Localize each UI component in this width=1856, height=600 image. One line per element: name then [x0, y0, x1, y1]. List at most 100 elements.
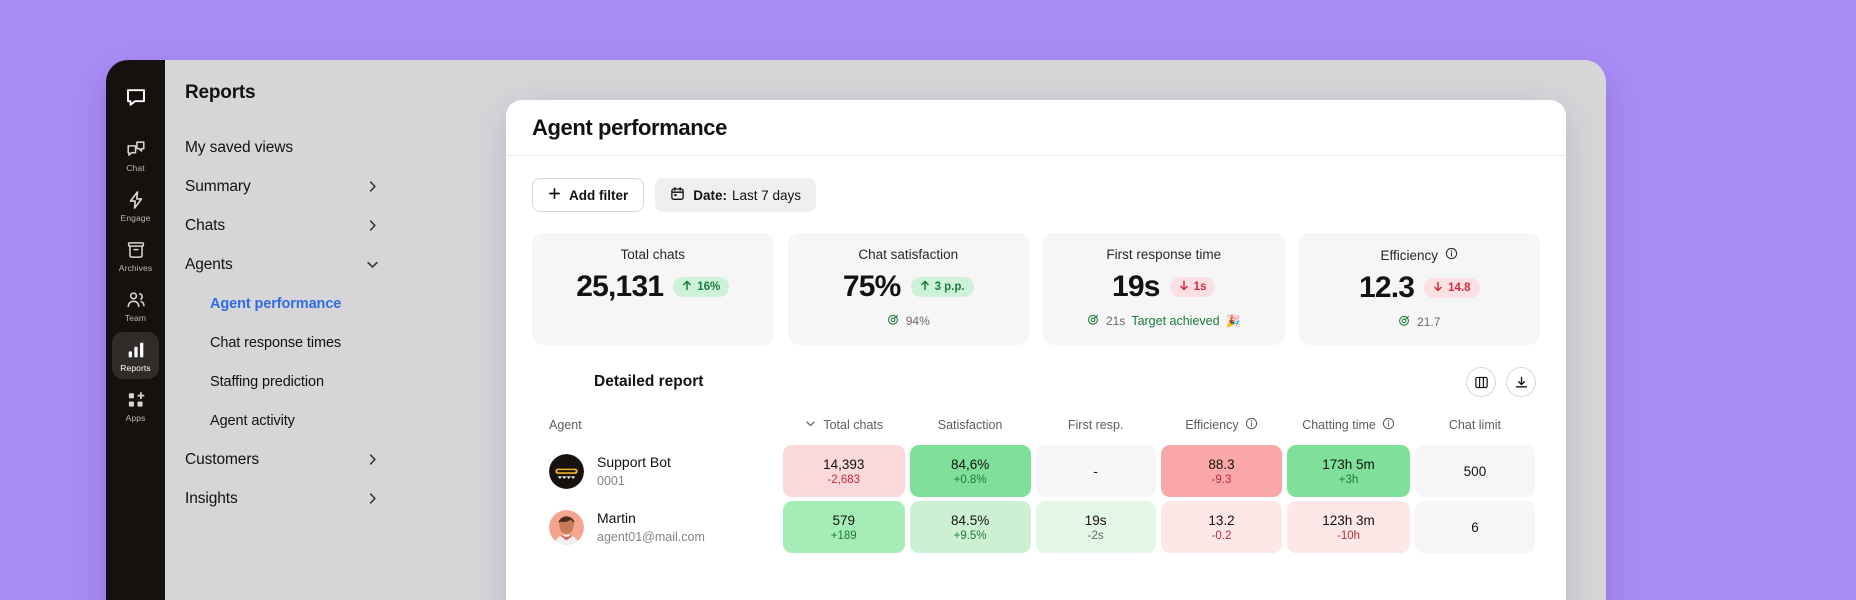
- column-header-label: Total chats: [823, 418, 884, 432]
- table-cell: 14,393 -2,683: [782, 445, 905, 497]
- column-header-total-chats[interactable]: Total chats: [783, 415, 905, 441]
- sidebar-item-agents[interactable]: Agents: [165, 245, 400, 284]
- rail-item-label: Archives: [118, 262, 153, 273]
- metric-title: Total chats: [620, 247, 685, 262]
- rail-item-apps[interactable]: Apps: [112, 382, 159, 429]
- chat-bubble-logo-icon[interactable]: [112, 74, 159, 120]
- sidebar-item-agent-activity[interactable]: Agent activity: [165, 401, 400, 440]
- sidebar-item-label: Agents: [185, 255, 233, 273]
- metric-main: 12.3 14.8: [1359, 269, 1480, 307]
- metric-delta-badge: 3 p.p.: [910, 276, 974, 297]
- cell-delta: +0.8%: [953, 473, 987, 486]
- metric-main: 25,131 16%: [576, 268, 730, 306]
- column-header-efficiency[interactable]: Efficiency: [1161, 415, 1282, 441]
- column-header-label: Efficiency: [1185, 418, 1239, 432]
- plus-icon: [548, 187, 561, 203]
- chevron-down-icon: [365, 257, 380, 272]
- arrow-up-icon: [920, 280, 930, 294]
- cell-delta: +189: [830, 529, 857, 542]
- metric-title-label: First response time: [1106, 247, 1222, 262]
- sidebar-item-label: Chats: [185, 216, 225, 234]
- table-cell: 84.5% +9.5%: [909, 501, 1031, 553]
- table-cell: 88.3 -9.3: [1160, 445, 1283, 497]
- rail-item-reports[interactable]: Reports: [112, 332, 159, 379]
- table-cell: 84,6% +0.8%: [909, 445, 1031, 497]
- chevron-right-icon: [365, 218, 380, 233]
- rail-item-chat[interactable]: Chat: [112, 132, 159, 179]
- sidebar-item-customers[interactable]: Customers: [165, 440, 400, 479]
- sidebar-item-insights[interactable]: Insights: [165, 479, 400, 518]
- icon-rail: Chat Engage Archives Team Reports Apps: [106, 60, 165, 600]
- metric-title-label: Total chats: [620, 247, 686, 262]
- sidebar-item-chat-response-times[interactable]: Chat response times: [165, 323, 400, 362]
- sidebar-item-label: Insights: [185, 489, 238, 507]
- add-filter-button[interactable]: Add filter: [532, 178, 645, 212]
- metric-title: First response time: [1106, 247, 1221, 262]
- columns-icon[interactable]: [1466, 367, 1496, 397]
- calendar-icon: [670, 186, 685, 204]
- cell-delta: -9.3: [1211, 473, 1232, 486]
- chevron-right-icon: [365, 452, 380, 467]
- agent-name: Martin: [597, 509, 636, 526]
- cell-value: 19s: [1084, 512, 1107, 528]
- bar-chart-icon: [125, 339, 147, 361]
- table-cell: -: [1035, 445, 1156, 497]
- date-filter-label: Date:: [693, 187, 728, 203]
- column-header-first-resp-[interactable]: First resp.: [1036, 415, 1156, 441]
- metric-card-efficiency: Efficiency 12.3 14.8 21.7: [1298, 233, 1540, 345]
- metric-value: 12.3: [1358, 271, 1415, 304]
- content-header: Agent performance: [506, 100, 1566, 156]
- metric-target: 21.7: [1398, 314, 1440, 330]
- column-header-satisfaction[interactable]: Satisfaction: [910, 415, 1031, 441]
- table-cell: 19s -2s: [1035, 501, 1156, 553]
- cell-value: 579: [832, 512, 855, 528]
- date-filter-button[interactable]: Date: Last 7 days: [655, 178, 817, 212]
- column-header-label: First resp.: [1067, 418, 1124, 432]
- sidebar-item-chats[interactable]: Chats: [165, 206, 400, 245]
- rail-item-engage[interactable]: Engage: [112, 182, 159, 229]
- metric-delta-value: 1s: [1193, 280, 1207, 293]
- table-cell: 123h 3m -10h: [1287, 501, 1410, 553]
- detailed-report-bar: Detailed report: [532, 367, 1540, 397]
- metric-value: 75%: [842, 270, 901, 303]
- metric-card-total-chats: Total chats 25,131 16%: [532, 233, 774, 345]
- sidebar-item-label: Agent activity: [210, 412, 295, 429]
- column-header-chatting-time[interactable]: Chatting time: [1287, 415, 1410, 441]
- table-body: Support Bot 0001 14,393 -2,683 84,6% +0.8% -88…: [537, 445, 1535, 553]
- cell-delta: -2,683: [827, 473, 861, 486]
- bot-avatar: [549, 453, 584, 489]
- column-header-agent[interactable]: Agent: [537, 415, 778, 441]
- add-filter-label: Add filter: [569, 187, 629, 203]
- sort-down-icon[interactable]: [804, 417, 817, 433]
- rail-item-archives[interactable]: Archives: [112, 232, 159, 279]
- metric-target-value: 21.7: [1417, 314, 1441, 329]
- sidebar-item-summary[interactable]: Summary: [165, 167, 400, 206]
- rail-item-team[interactable]: Team: [112, 282, 159, 329]
- table-cell: 173h 5m +3h: [1287, 445, 1410, 497]
- info-icon[interactable]: [1445, 247, 1458, 263]
- chat-icon: [125, 139, 147, 161]
- table-row[interactable]: Support Bot 0001 14,393 -2,683 84,6% +0.8% -88…: [537, 445, 1535, 497]
- sidebar-item-label: Chat response times: [210, 334, 342, 351]
- cell-value: 173h 5m: [1322, 456, 1375, 472]
- cell-value: 14,393: [823, 456, 865, 472]
- sidebar-item-staffing-prediction[interactable]: Staffing prediction: [165, 362, 400, 401]
- sidebar-item-my-saved-views[interactable]: My saved views: [165, 128, 400, 167]
- column-header-chat-limit[interactable]: Chat limit: [1415, 415, 1535, 441]
- sidebar-item-label: Agent performance: [210, 295, 342, 312]
- info-icon[interactable]: [1245, 417, 1258, 433]
- target-icon: [1087, 313, 1100, 329]
- table-row[interactable]: Martin agent01@mail.com 579 +189 84.5% +9.5% 1…: [537, 501, 1535, 553]
- rail-item-label: Engage: [120, 212, 151, 223]
- metric-delta-badge: 16%: [673, 276, 730, 297]
- sidebar-item-agent-performance[interactable]: Agent performance: [165, 284, 400, 323]
- info-icon[interactable]: [1382, 417, 1395, 433]
- metric-delta-badge: 14.8: [1424, 277, 1480, 298]
- agent-performance-table: Agent Total chats Satisfaction First resp. E…: [532, 411, 1540, 557]
- agent-name: Support Bot: [597, 453, 671, 470]
- sidebar-item-label: Customers: [185, 450, 260, 468]
- apps-plus-icon: [125, 389, 147, 411]
- download-icon[interactable]: [1506, 367, 1536, 397]
- bolt-icon: [125, 189, 147, 211]
- rail-item-label: Reports: [120, 362, 151, 373]
